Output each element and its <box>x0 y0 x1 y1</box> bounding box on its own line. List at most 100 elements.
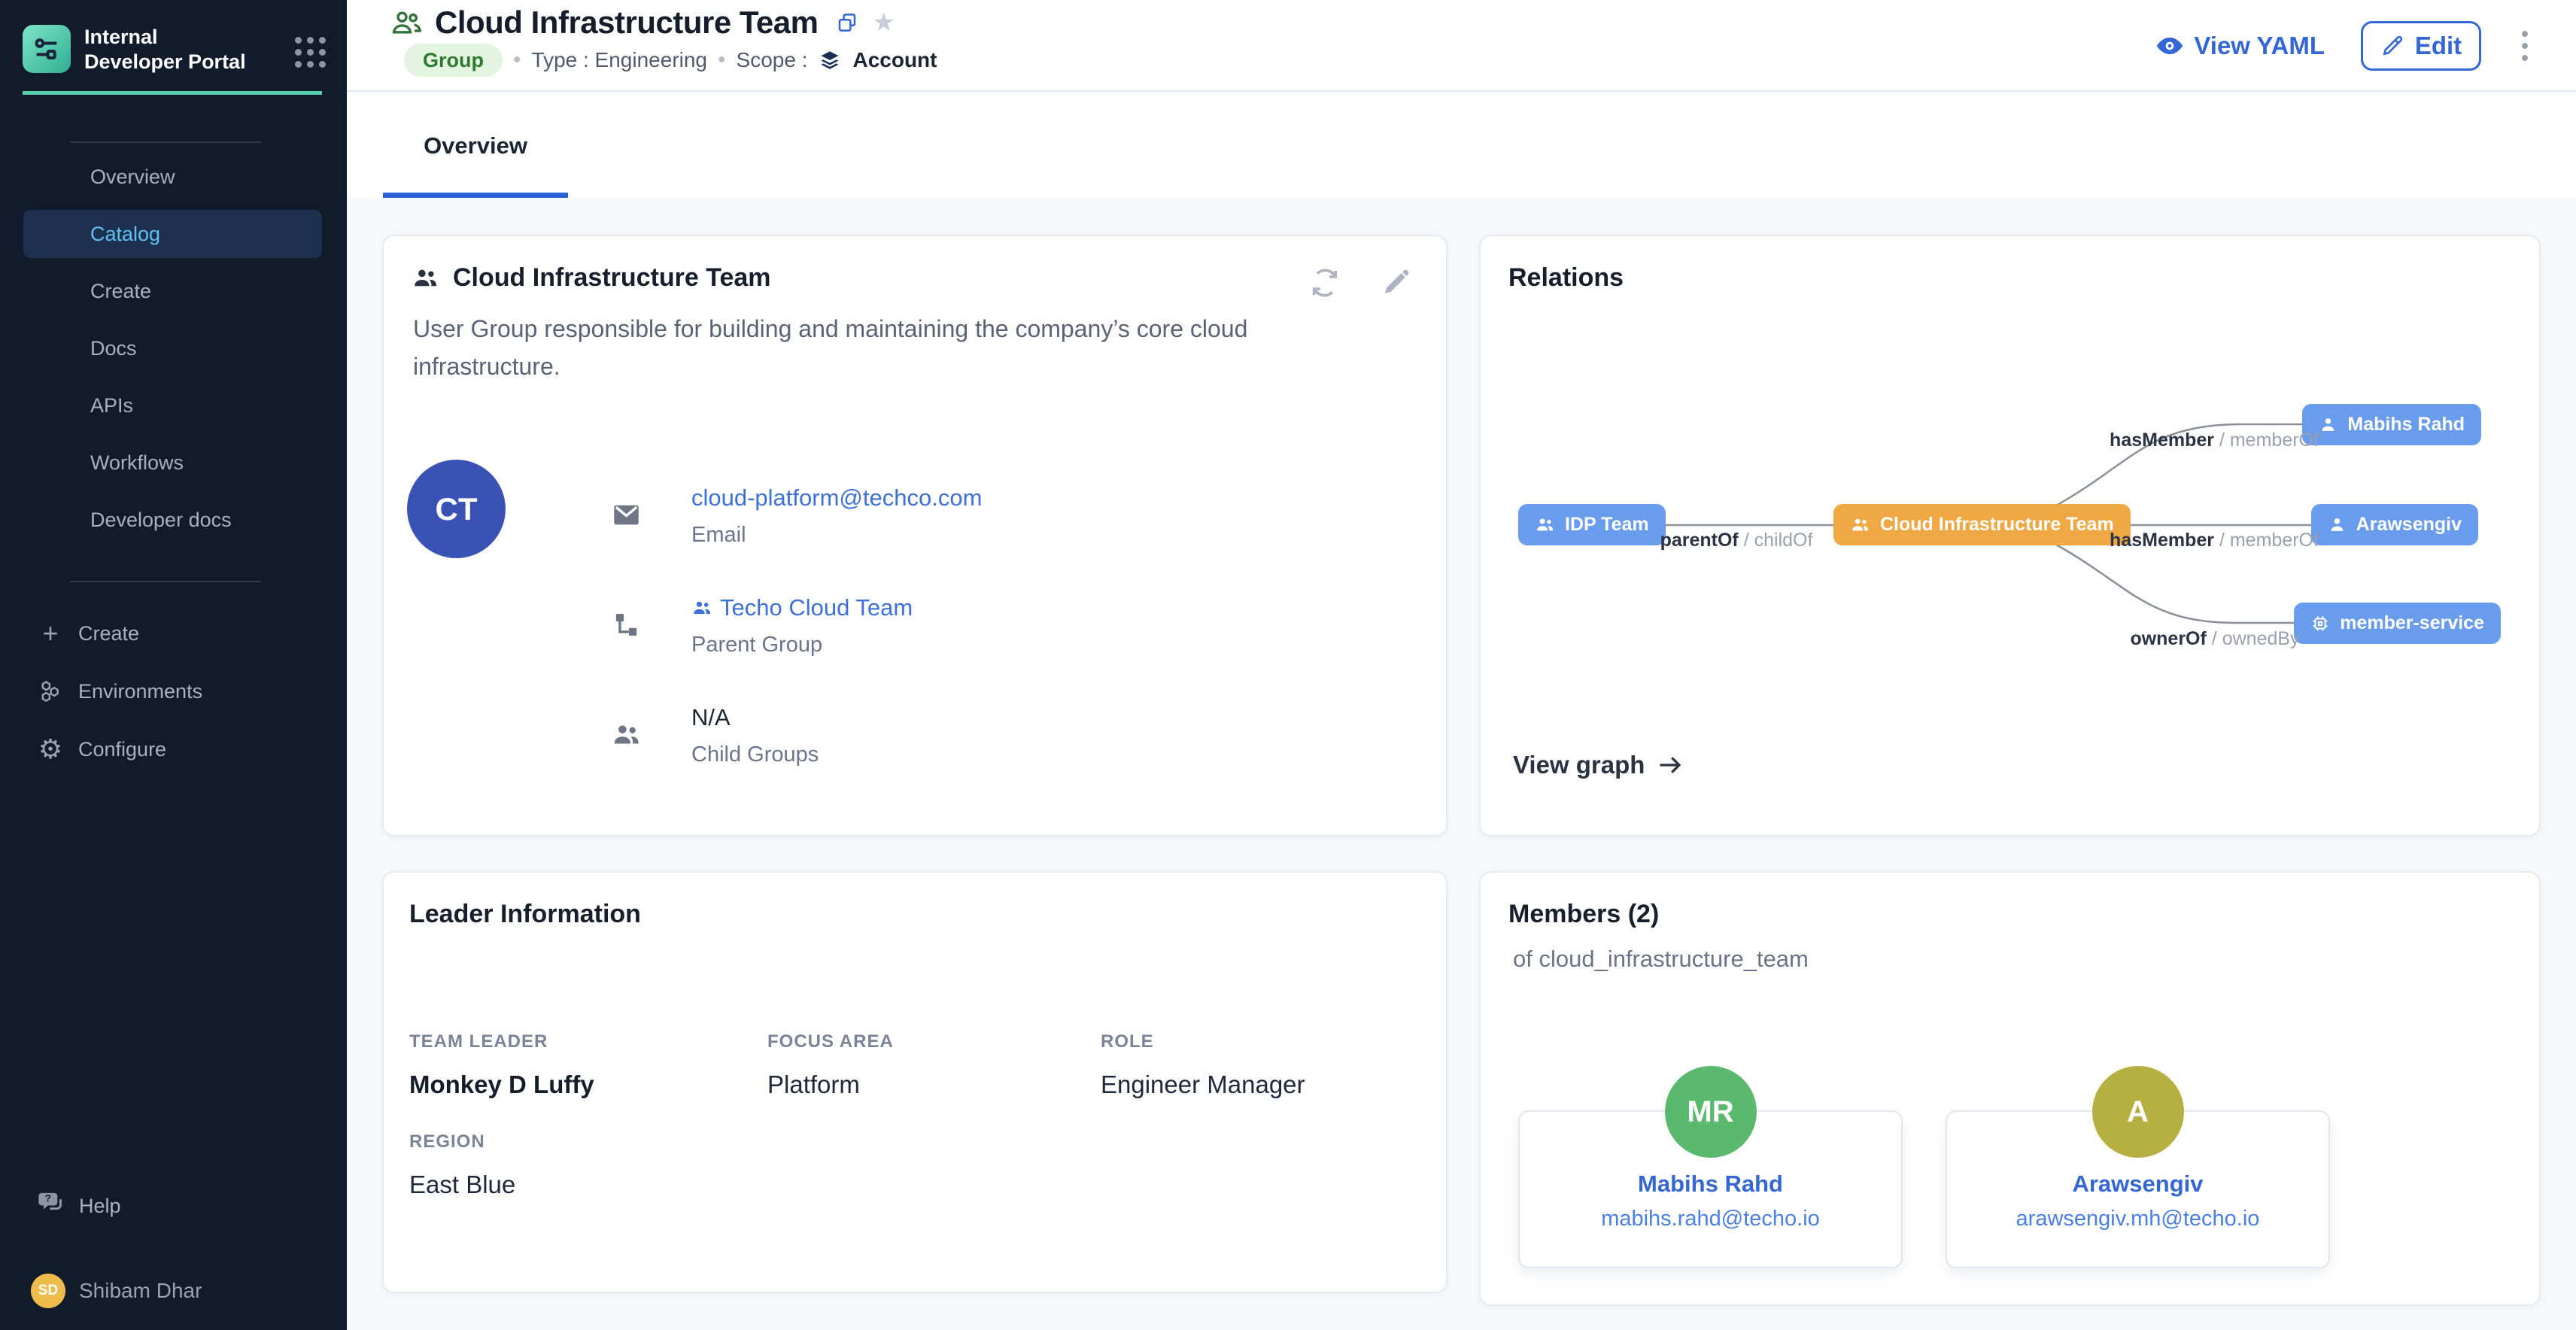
node-label: member-service <box>2340 612 2484 634</box>
field-region: REGION East Blue <box>409 1131 515 1199</box>
node-member-service[interactable]: member-service <box>2294 603 2501 644</box>
user-menu[interactable]: SD Shibam Dhar <box>31 1267 202 1315</box>
node-label: Cloud Infrastructure Team <box>1880 514 2114 536</box>
edge-label-hasmember-top: hasMember / memberOf <box>2105 430 2323 451</box>
app-title: Internal Developer Portal <box>84 25 259 74</box>
field-label: ROLE <box>1101 1031 1305 1052</box>
node-cloud-infrastructure-team[interactable]: Cloud Infrastructure Team <box>1833 504 2131 545</box>
nav-divider <box>70 581 261 582</box>
sidebar-item-catalog[interactable]: Catalog <box>23 210 322 258</box>
sidebar-item-workflows[interactable]: Workflows <box>23 439 322 487</box>
person-icon <box>2328 515 2347 534</box>
member-name-link[interactable]: Mabihs Rahd <box>1520 1171 1901 1198</box>
group-icon <box>1850 515 1870 535</box>
view-yaml-button[interactable]: View YAML <box>2155 32 2325 60</box>
more-options-kebab-icon[interactable] <box>2517 26 2532 65</box>
field-label: FOCUS AREA <box>767 1031 894 1052</box>
relations-card: Relations IDP Team Cloud Infrastructure … <box>1479 235 2541 837</box>
bullet-separator: • <box>513 47 521 73</box>
arrow-right-icon <box>1657 752 1684 779</box>
sidebar: Internal Developer Portal Overview Catal… <box>0 0 347 1330</box>
field-label: Child Groups <box>691 742 819 767</box>
node-label: Mabihs Rahd <box>2347 414 2465 436</box>
edit-label: Edit <box>2415 32 2462 60</box>
member-card: A Arawsengiv arawsengiv.mh@techo.io <box>1946 1110 2330 1268</box>
help-chat-icon: ? <box>36 1189 66 1224</box>
sidebar-item-help[interactable]: ? Help <box>36 1182 121 1230</box>
sidebar-item-label: Docs <box>90 337 137 360</box>
avatar: MR <box>1665 1066 1757 1158</box>
gear-icon: ⚙ <box>38 734 63 764</box>
apps-grid-icon[interactable] <box>295 37 326 68</box>
team-email-link[interactable]: cloud-platform@techco.com <box>691 484 982 512</box>
hierarchy-icon <box>611 609 642 657</box>
group-entity-icon <box>390 6 423 39</box>
members-card: Members (2) of cloud_infrastructure_team… <box>1479 871 2541 1306</box>
edge-label-parentof: parentOf / childOf <box>1657 530 1815 551</box>
sidebar-item-label: Configure <box>78 738 166 761</box>
sidebar-item-configure[interactable]: ⚙ Configure <box>23 725 322 773</box>
people-icon <box>611 719 642 767</box>
field-label: Email <box>691 523 982 548</box>
node-label: Arawsengiv <box>2356 514 2462 536</box>
edit-button[interactable]: Edit <box>2361 21 2481 71</box>
main-area: Cloud Infrastructure Team ★ Group • Type… <box>347 0 2576 1330</box>
brand-accent-bar <box>23 91 322 95</box>
group-icon <box>1535 515 1555 535</box>
sidebar-item-label: Workflows <box>90 451 184 475</box>
member-email[interactable]: arawsengiv.mh@techo.io <box>1947 1207 2328 1231</box>
child-groups-row: N/A Child Groups <box>611 704 819 767</box>
group-icon <box>412 264 439 292</box>
node-mabihs-rahd[interactable]: Mabihs Rahd <box>2302 404 2481 445</box>
view-graph-label: View graph <box>1513 751 1645 779</box>
active-tab-indicator <box>383 193 568 198</box>
view-graph-link[interactable]: View graph <box>1513 751 1684 779</box>
leader-info-card: Leader Information TEAM LEADER Monkey D … <box>382 871 1447 1293</box>
sidebar-item-apis[interactable]: APIs <box>23 381 322 430</box>
tab-bar: Overview <box>347 93 2576 198</box>
sidebar-item-label: Create <box>78 622 139 645</box>
field-label: REGION <box>409 1131 515 1152</box>
tab-overview[interactable]: Overview <box>383 93 568 198</box>
member-card: MR Mabihs Rahd mabihs.rahd@techo.io <box>1518 1110 1903 1268</box>
node-idp-team[interactable]: IDP Team <box>1518 504 1666 545</box>
edge-label-ownerof: ownerOf / ownedBy <box>2110 628 2320 650</box>
card-title: Members (2) <box>1508 900 1659 929</box>
edit-pencil-icon[interactable] <box>1381 266 1412 299</box>
node-arawsengiv[interactable]: Arawsengiv <box>2311 504 2478 545</box>
eye-icon <box>2155 32 2184 60</box>
sidebar-item-label: Overview <box>90 165 175 189</box>
tab-label: Overview <box>424 132 527 159</box>
team-description: User Group responsible for building and … <box>413 310 1278 385</box>
member-name-link[interactable]: Arawsengiv <box>1947 1171 2328 1198</box>
page-header: Cloud Infrastructure Team ★ Group • Type… <box>347 0 2576 92</box>
avatar: A <box>2092 1066 2184 1158</box>
sidebar-item-create-action[interactable]: + Create <box>23 609 322 657</box>
app-logo <box>23 25 71 73</box>
node-label: IDP Team <box>1565 514 1649 536</box>
member-email[interactable]: mabihs.rahd@techo.io <box>1520 1207 1901 1231</box>
scope-value: Account <box>852 48 937 72</box>
star-favorite-icon[interactable]: ★ <box>872 8 895 38</box>
refresh-icon[interactable] <box>1308 266 1341 299</box>
sidebar-item-developer-docs[interactable]: Developer docs <box>23 496 322 544</box>
svg-text:?: ? <box>45 1192 52 1204</box>
field-label: TEAM LEADER <box>409 1031 594 1052</box>
workflow-logo-icon <box>32 34 62 64</box>
group-icon <box>691 597 712 618</box>
sidebar-item-docs[interactable]: Docs <box>23 324 322 372</box>
parent-group-row: Techo Cloud Team Parent Group <box>611 594 913 657</box>
field-role: ROLE Engineer Manager <box>1101 1031 1305 1099</box>
entity-meta: Group • Type : Engineering • Scope : Acc… <box>404 44 937 77</box>
parent-group-link[interactable]: Techo Cloud Team <box>691 594 913 621</box>
scope-label: Scope : <box>737 48 808 72</box>
sidebar-item-label: APIs <box>90 394 133 418</box>
field-team-leader: TEAM LEADER Monkey D Luffy <box>409 1031 594 1099</box>
sidebar-item-environments[interactable]: Environments <box>23 667 322 715</box>
sidebar-item-overview[interactable]: Overview <box>23 153 322 201</box>
nav-divider <box>70 141 261 143</box>
field-value: Monkey D Luffy <box>409 1070 594 1099</box>
avatar: SD <box>31 1274 65 1308</box>
copy-icon[interactable] <box>836 11 858 34</box>
sidebar-item-create[interactable]: Create <box>23 267 322 315</box>
